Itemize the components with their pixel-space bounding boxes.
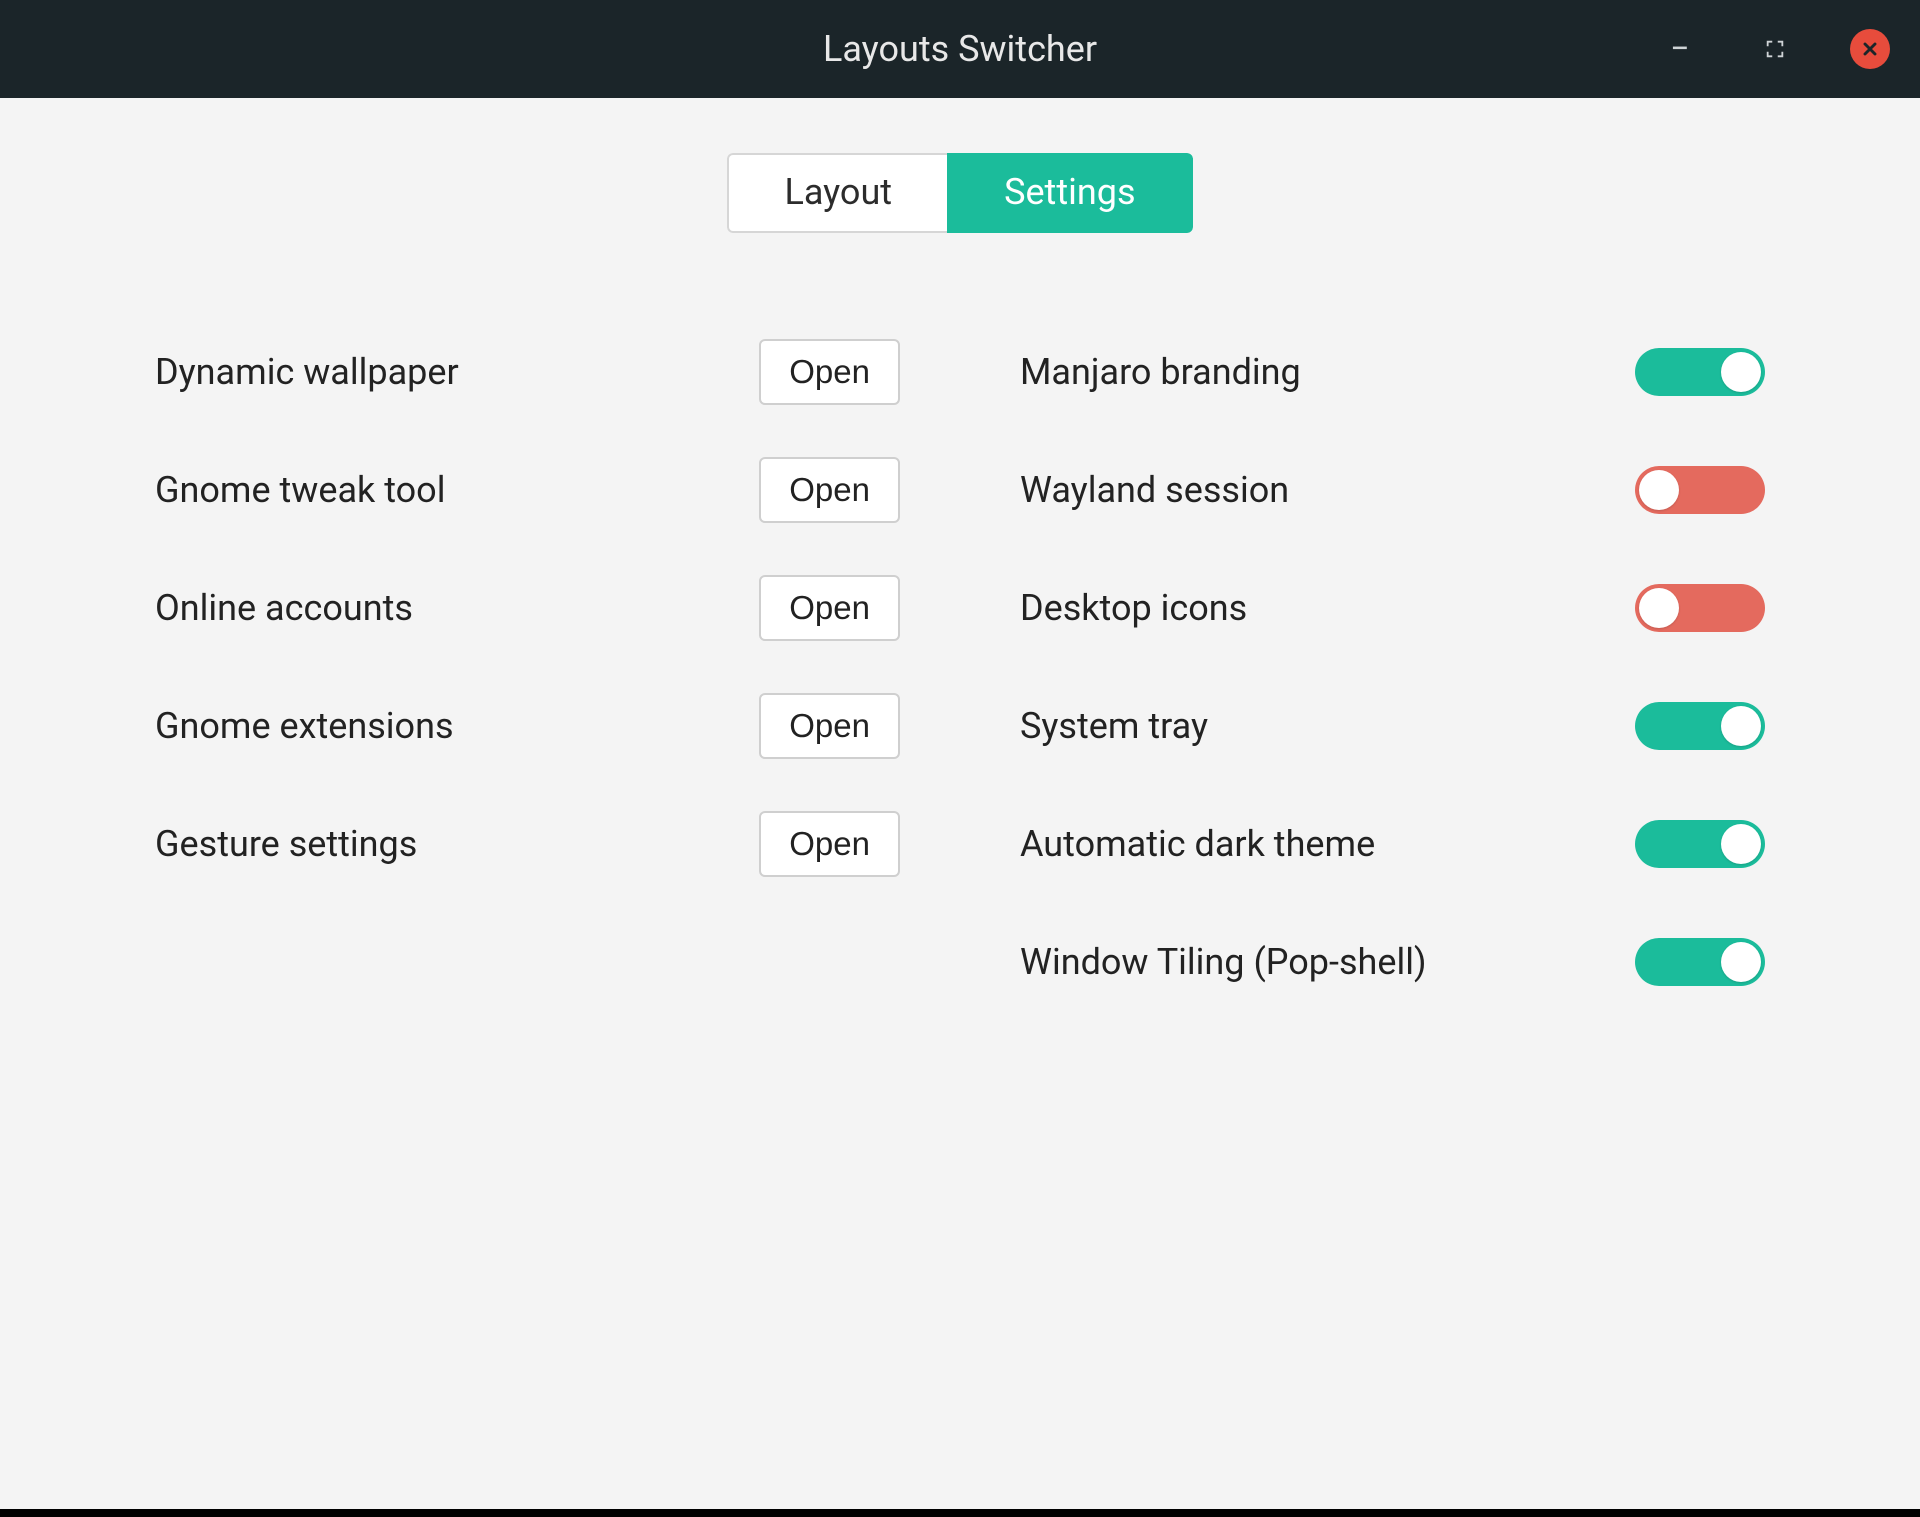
row-gnome-extensions: Gnome extensions Open (155, 667, 900, 785)
open-gnome-extensions-button[interactable]: Open (759, 693, 900, 759)
label-online-accounts: Online accounts (155, 587, 413, 629)
row-automatic-dark-theme: Automatic dark theme (1020, 785, 1765, 903)
toggle-automatic-dark-theme[interactable] (1635, 820, 1765, 868)
tab-group: Layout Settings (727, 153, 1192, 233)
label-wayland-session: Wayland session (1020, 469, 1289, 511)
maximize-button[interactable] (1755, 29, 1795, 69)
maximize-icon (1764, 38, 1786, 60)
close-icon (1860, 39, 1880, 59)
label-manjaro-branding: Manjaro branding (1020, 351, 1301, 393)
bottom-border (0, 1509, 1920, 1517)
toggle-window-tiling[interactable] (1635, 938, 1765, 986)
tab-settings[interactable]: Settings (947, 153, 1192, 233)
open-dynamic-wallpaper-button[interactable]: Open (759, 339, 900, 405)
row-online-accounts: Online accounts Open (155, 549, 900, 667)
left-column: Dynamic wallpaper Open Gnome tweak tool … (155, 313, 900, 1021)
label-gnome-extensions: Gnome extensions (155, 705, 454, 747)
label-gnome-tweak-tool: Gnome tweak tool (155, 469, 445, 511)
row-manjaro-branding: Manjaro branding (1020, 313, 1765, 431)
row-window-tiling: Window Tiling (Pop-shell) (1020, 903, 1765, 1021)
label-system-tray: System tray (1020, 705, 1208, 747)
label-gesture-settings: Gesture settings (155, 823, 417, 865)
row-gesture-settings: Gesture settings Open (155, 785, 900, 903)
label-window-tiling: Window Tiling (Pop-shell) (1020, 941, 1427, 983)
titlebar: Layouts Switcher − (0, 0, 1920, 98)
tab-bar: Layout Settings (0, 153, 1920, 233)
settings-grid: Dynamic wallpaper Open Gnome tweak tool … (0, 313, 1920, 1021)
window-controls: − (1660, 0, 1890, 98)
toggle-desktop-icons[interactable] (1635, 584, 1765, 632)
tab-layout[interactable]: Layout (727, 153, 947, 233)
row-dynamic-wallpaper: Dynamic wallpaper Open (155, 313, 900, 431)
toggle-knob-icon (1721, 706, 1761, 746)
label-desktop-icons: Desktop icons (1020, 587, 1247, 629)
right-column: Manjaro branding Wayland session Desktop… (1020, 313, 1765, 1021)
toggle-knob-icon (1639, 588, 1679, 628)
open-gnome-tweak-tool-button[interactable]: Open (759, 457, 900, 523)
open-gesture-settings-button[interactable]: Open (759, 811, 900, 877)
row-desktop-icons: Desktop icons (1020, 549, 1765, 667)
close-button[interactable] (1850, 29, 1890, 69)
minimize-button[interactable]: − (1660, 29, 1700, 69)
row-system-tray: System tray (1020, 667, 1765, 785)
content-area: Layout Settings Dynamic wallpaper Open G… (0, 98, 1920, 1509)
label-automatic-dark-theme: Automatic dark theme (1020, 823, 1375, 865)
label-dynamic-wallpaper: Dynamic wallpaper (155, 351, 459, 393)
toggle-manjaro-branding[interactable] (1635, 348, 1765, 396)
toggle-knob-icon (1721, 824, 1761, 864)
row-wayland-session: Wayland session (1020, 431, 1765, 549)
minimize-icon: − (1670, 29, 1689, 69)
toggle-wayland-session[interactable] (1635, 466, 1765, 514)
toggle-knob-icon (1721, 352, 1761, 392)
toggle-system-tray[interactable] (1635, 702, 1765, 750)
toggle-knob-icon (1639, 470, 1679, 510)
open-online-accounts-button[interactable]: Open (759, 575, 900, 641)
window-title: Layouts Switcher (823, 28, 1097, 70)
app-window: Layouts Switcher − Layout Settings (0, 0, 1920, 1517)
toggle-knob-icon (1721, 942, 1761, 982)
row-gnome-tweak-tool: Gnome tweak tool Open (155, 431, 900, 549)
